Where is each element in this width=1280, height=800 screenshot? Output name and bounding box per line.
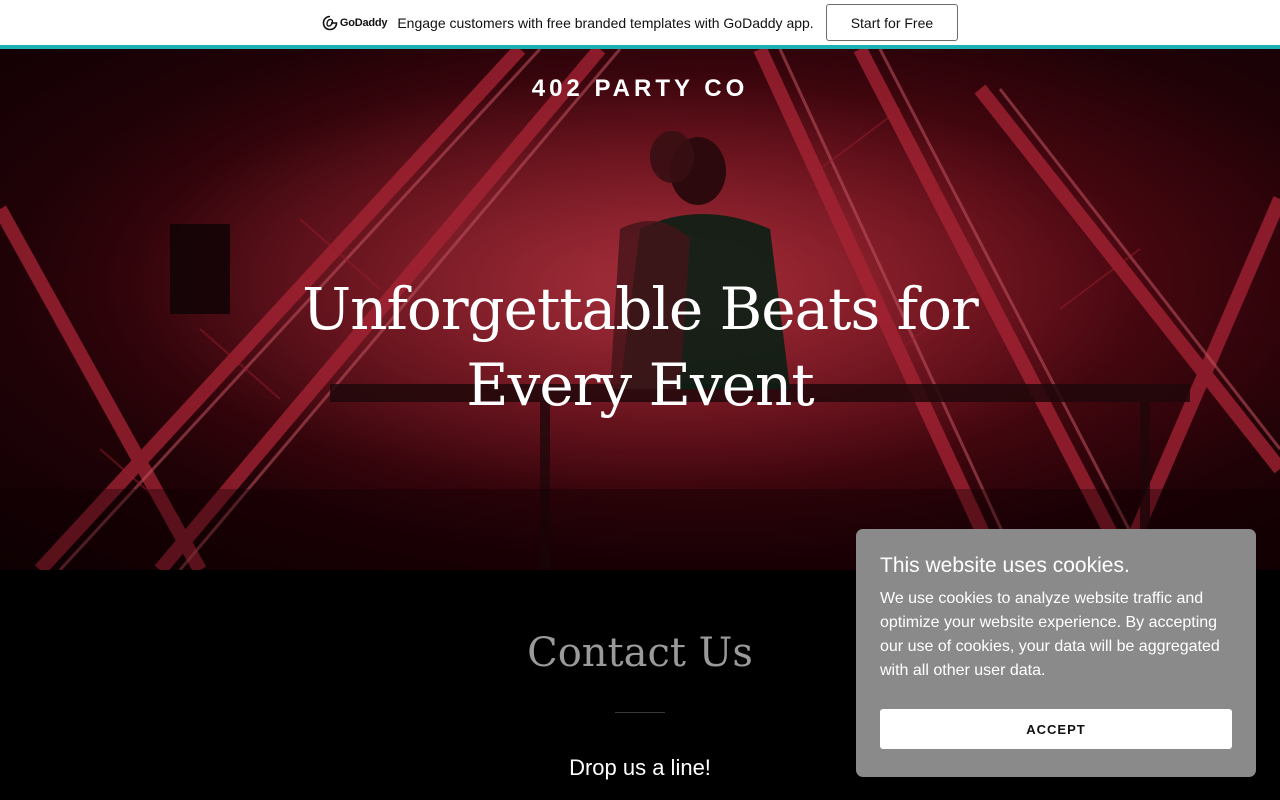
site-title[interactable]: 402 PARTY CO	[0, 75, 1280, 103]
cookie-title: This website uses cookies.	[880, 554, 1130, 577]
cookie-message: We use cookies to analyze website traffi…	[880, 590, 1220, 679]
cookie-banner: This website uses cookies. We use cookie…	[856, 529, 1256, 777]
contact-divider	[615, 712, 665, 713]
godaddy-logo: GoDaddy	[322, 15, 388, 31]
promo-bar: GoDaddy Engage customers with free brand…	[0, 0, 1280, 45]
accept-cookies-button[interactable]: ACCEPT	[880, 709, 1232, 749]
godaddy-logo-text: GoDaddy	[339, 16, 388, 29]
hero-section: 402 PARTY CO Unforgettable Beats for Eve…	[0, 49, 1280, 570]
godaddy-logo-icon	[322, 15, 338, 30]
hero-headline: Unforgettable Beats for Every Event	[290, 271, 990, 423]
promo-content: GoDaddy Engage customers with free brand…	[322, 4, 959, 41]
hero-headline-line2: Every Event	[466, 351, 814, 419]
hero-headline-line1: Unforgettable Beats for	[302, 275, 979, 343]
promo-message: Engage customers with free branded templ…	[397, 14, 814, 31]
start-for-free-button[interactable]: Start for Free	[825, 4, 959, 41]
